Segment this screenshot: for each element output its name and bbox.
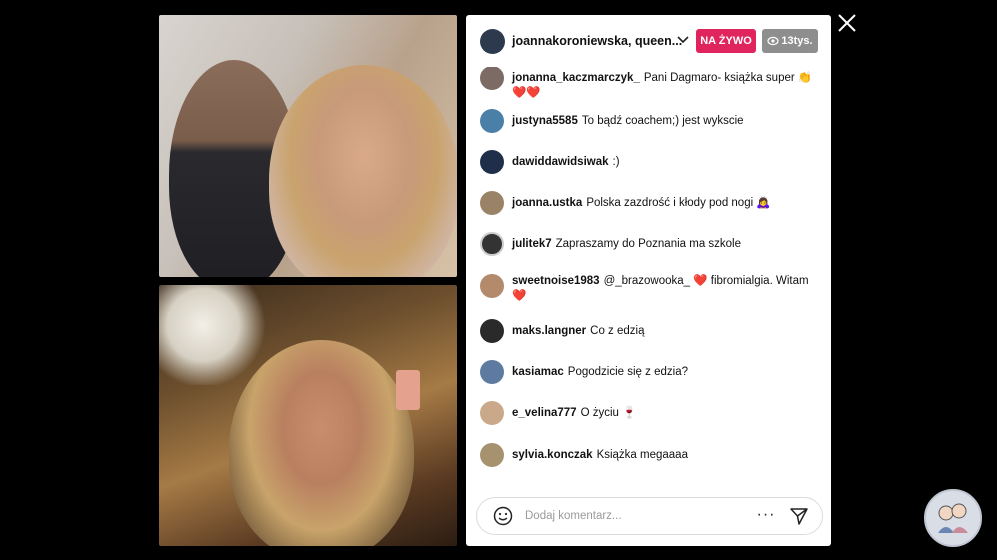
live-header: joannakoroniewska, queen... NA ŻYWO 13ty… xyxy=(466,15,831,67)
comment-text: Polska zazdrość i kłody pod nogi 🙇‍♀️ xyxy=(586,197,771,209)
comment-bar: ··· xyxy=(476,497,823,535)
more-options-button[interactable]: ··· xyxy=(755,507,777,525)
avatar[interactable] xyxy=(480,232,504,256)
video-tile-guest xyxy=(159,285,457,546)
avatar[interactable] xyxy=(480,191,504,215)
chevron-down-icon[interactable] xyxy=(675,31,691,47)
avatar[interactable] xyxy=(480,274,504,298)
comment-username[interactable]: dawiddawidsiwak xyxy=(512,156,609,168)
comment-username[interactable]: sylvia.konczak xyxy=(512,449,593,461)
comment-text: Pogodzicie się z edzia? xyxy=(567,366,688,378)
video-tile-hosts xyxy=(159,15,457,277)
comment-username[interactable]: sweetnoise1983 xyxy=(512,275,600,287)
cartoon-figures-icon xyxy=(938,503,968,533)
avatar[interactable] xyxy=(480,150,504,174)
live-badge: NA ŻYWO xyxy=(696,29,756,53)
comment-text: Co z edzią xyxy=(590,325,645,337)
comment-text: O życiu 🍷 xyxy=(580,407,637,419)
viewer-count-badge: 13tys. xyxy=(762,29,818,53)
host-woman-figure xyxy=(269,65,457,277)
comment-text: Zapraszamy do Poznania ma szkole xyxy=(555,238,742,250)
comment-username[interactable]: kasiamac xyxy=(512,366,564,378)
eye-icon xyxy=(767,36,779,46)
live-chat-panel: joannakoroniewska, queen... NA ŻYWO 13ty… xyxy=(466,15,831,546)
decor-candle xyxy=(396,370,420,410)
comment-input[interactable] xyxy=(525,506,725,526)
smiley-icon[interactable] xyxy=(493,506,513,526)
comment-text: :) xyxy=(612,156,620,168)
viewer-count: 13tys. xyxy=(781,35,813,47)
avatar[interactable] xyxy=(480,401,504,425)
channel-logo xyxy=(924,489,982,547)
send-icon[interactable] xyxy=(789,506,809,526)
comment-list[interactable]: jonanna_kaczmarczyk_ Pani Dagmaro- książk… xyxy=(466,67,831,491)
comment-text: To bądź coachem;) jest wykscie xyxy=(581,115,744,127)
comment-username[interactable]: justyna5585 xyxy=(512,115,578,127)
comment-username[interactable]: julitek7 xyxy=(512,238,552,250)
avatar[interactable] xyxy=(480,109,504,133)
decor-flowers xyxy=(159,285,269,385)
comment-username[interactable]: joanna.ustka xyxy=(512,197,582,209)
host-avatar[interactable] xyxy=(480,29,505,54)
comment-text: Książka megaaaa xyxy=(596,449,688,461)
comment-username[interactable]: jonanna_kaczmarczyk_ xyxy=(512,72,640,84)
avatar[interactable] xyxy=(480,443,504,467)
comment-username[interactable]: maks.langner xyxy=(512,325,586,337)
comment-username[interactable]: e_velina777 xyxy=(512,407,577,419)
avatar[interactable] xyxy=(480,319,504,343)
avatar[interactable] xyxy=(480,67,504,90)
stream-title[interactable]: joannakoroniewska, queen... xyxy=(512,34,682,48)
close-icon[interactable] xyxy=(836,12,858,34)
avatar[interactable] xyxy=(480,360,504,384)
